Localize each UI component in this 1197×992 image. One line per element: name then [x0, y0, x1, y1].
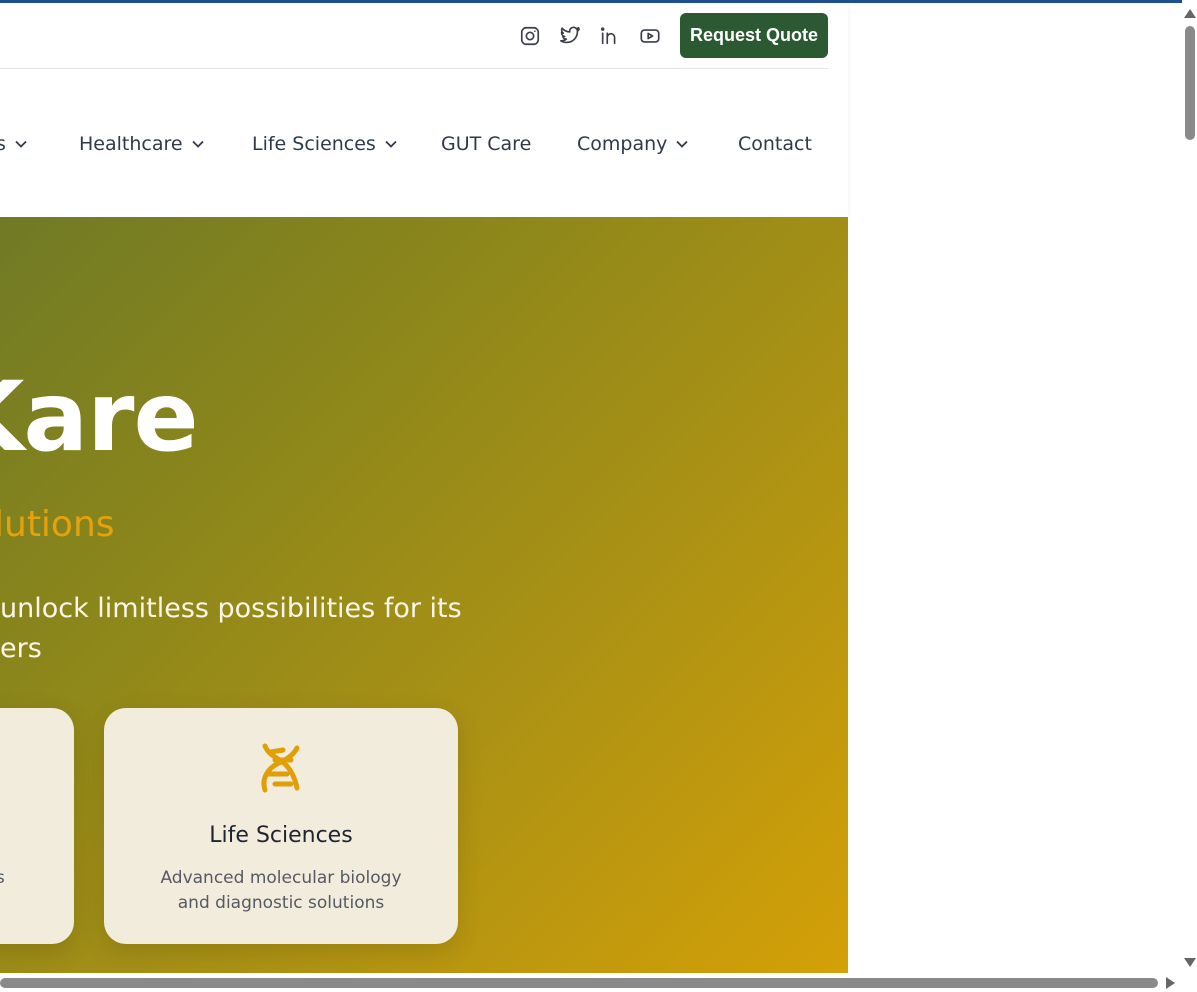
- service-card-life-sciences[interactable]: Life Sciences Advanced molecular biology…: [104, 708, 458, 944]
- card-description: ions: [0, 868, 5, 888]
- nav-item-life-sciences-label: Life Sciences: [252, 133, 376, 155]
- nav-item-contact-label: Contact: [738, 133, 812, 155]
- instagram-icon[interactable]: [519, 25, 541, 47]
- hero-title: Kare: [0, 361, 199, 473]
- vertical-scrollbar-thumb[interactable]: [1185, 26, 1195, 140]
- hero-description-line: ers: [0, 633, 42, 664]
- hero-section: Kare lutions unlock limitless possibilit…: [0, 217, 848, 973]
- card-description: Advanced molecular biology and diagnosti…: [160, 868, 402, 913]
- youtube-icon[interactable]: [639, 25, 661, 47]
- nav-item-gut-care-label: GUT Care: [441, 133, 532, 155]
- header-divider: [0, 68, 828, 69]
- site-header: Request Quote s Healthcare Life Sciences…: [0, 3, 848, 217]
- hero-description-line: unlock limitless possibilities for its: [0, 593, 462, 624]
- chevron-down-icon: [15, 140, 27, 148]
- nav-item-products[interactable]: s: [0, 130, 27, 158]
- scroll-right-arrow-icon[interactable]: [1166, 977, 1175, 989]
- nav-item-contact[interactable]: Contact: [738, 130, 812, 158]
- scroll-up-arrow-icon[interactable]: [1184, 9, 1196, 18]
- service-card-healthcare[interactable]: ions: [0, 708, 74, 944]
- nav-item-healthcare-label: Healthcare: [79, 133, 183, 155]
- hero-subtitle: lutions: [0, 504, 115, 545]
- nav-item-life-sciences[interactable]: Life Sciences: [252, 130, 397, 158]
- nav-item-company[interactable]: Company: [577, 130, 689, 158]
- nav-item-gut-care[interactable]: GUT Care: [441, 130, 531, 158]
- linkedin-icon[interactable]: [599, 25, 621, 47]
- card-title: Life Sciences: [209, 823, 353, 848]
- dna-icon: [251, 738, 311, 798]
- nav-item-products-label: s: [0, 133, 6, 155]
- twitter-icon[interactable]: [559, 25, 581, 47]
- chevron-down-icon: [191, 140, 204, 148]
- nav-item-healthcare[interactable]: Healthcare: [79, 130, 204, 158]
- request-quote-button[interactable]: Request Quote: [680, 13, 828, 58]
- chevron-down-icon: [676, 140, 689, 148]
- nav-item-company-label: Company: [577, 133, 668, 155]
- vertical-scrollbar[interactable]: [1182, 0, 1197, 974]
- chevron-down-icon: [385, 140, 397, 148]
- scroll-down-arrow-icon[interactable]: [1184, 958, 1196, 967]
- hero-description: unlock limitless possibilities for its e…: [0, 589, 470, 669]
- horizontal-scrollbar-thumb[interactable]: [0, 978, 1158, 988]
